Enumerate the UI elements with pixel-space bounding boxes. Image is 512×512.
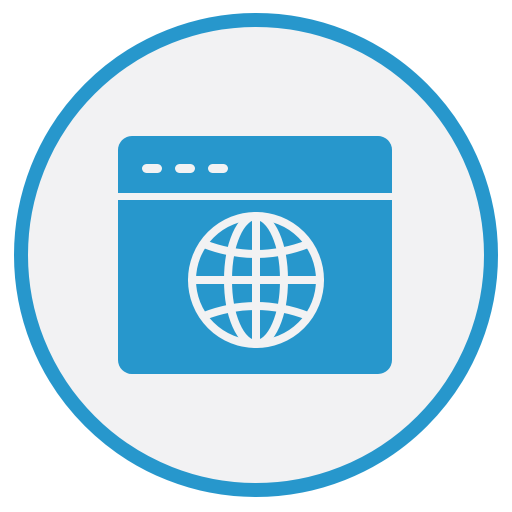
web-browser-globe-icon xyxy=(14,13,498,497)
window-dots xyxy=(142,164,228,173)
icon-canvas xyxy=(0,0,512,512)
browser-header-divider xyxy=(118,193,392,200)
globe-icon xyxy=(188,212,324,348)
window-dot-1 xyxy=(142,164,162,173)
window-dot-3 xyxy=(208,164,228,173)
browser-window xyxy=(118,136,392,374)
window-dot-2 xyxy=(175,164,195,173)
